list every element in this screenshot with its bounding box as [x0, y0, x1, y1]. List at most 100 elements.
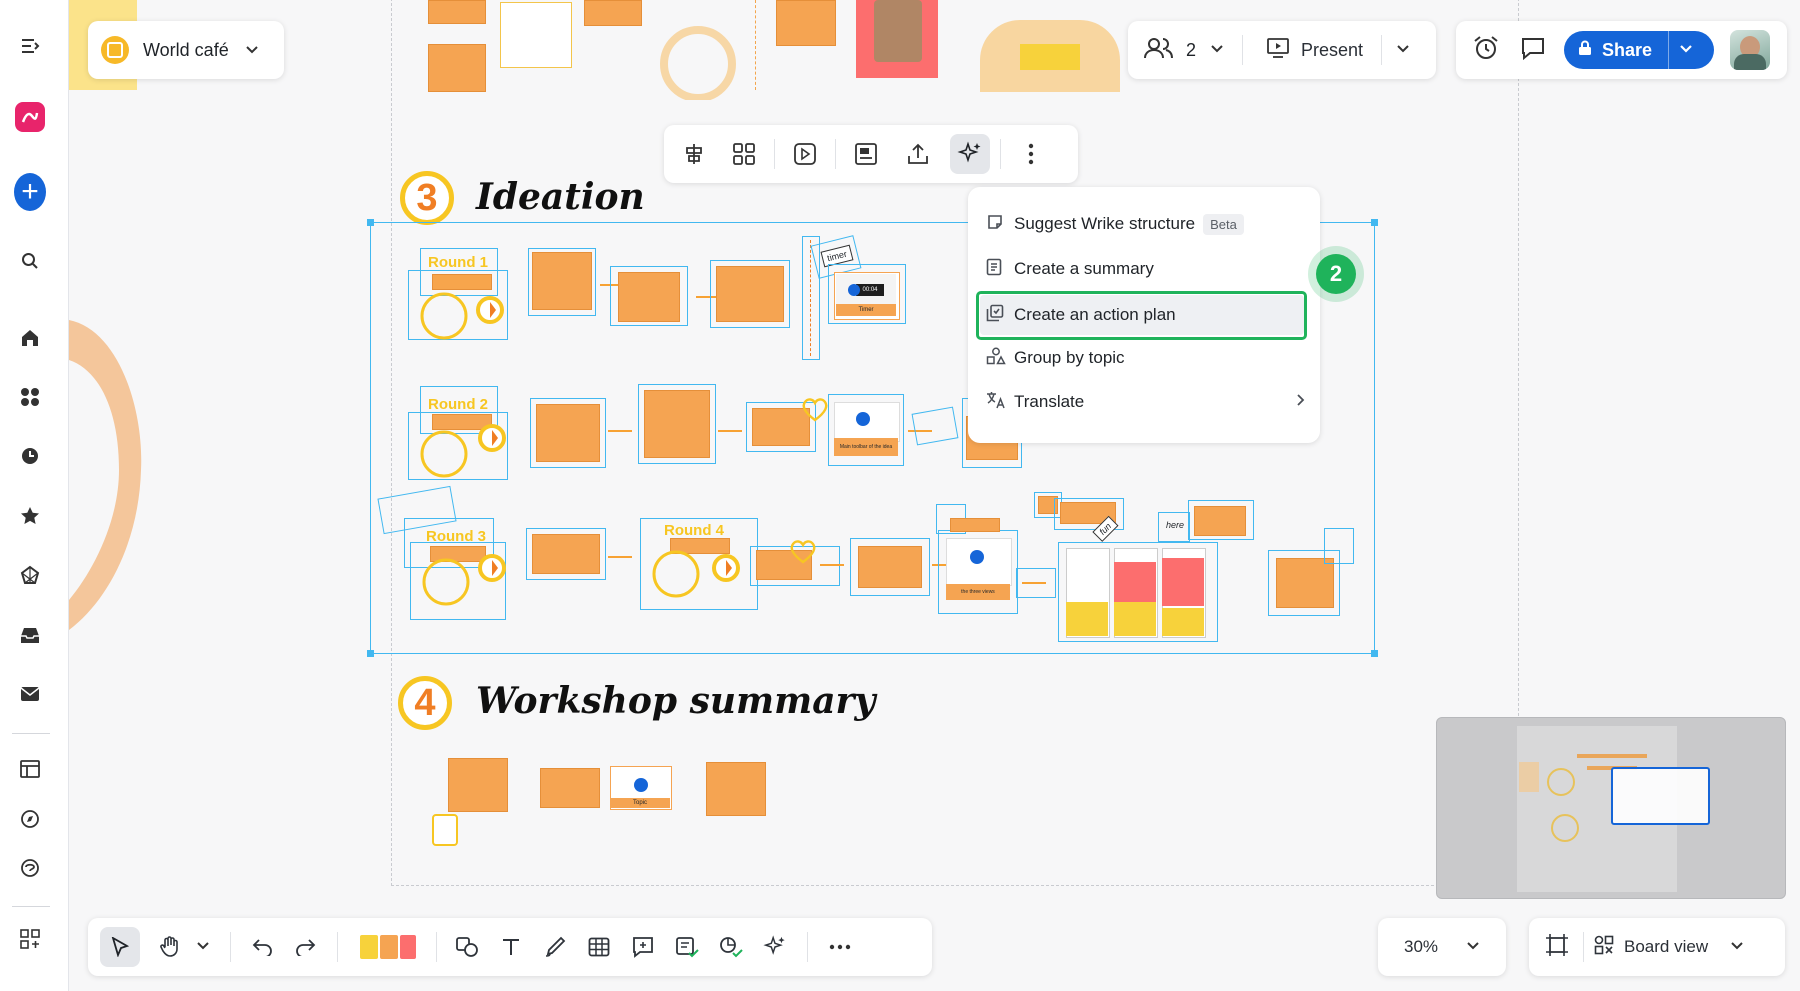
- ideation-row-1: Round 1 timer 00:04 Timer: [390, 235, 920, 366]
- summary-section-content: Topic: [432, 756, 778, 852]
- export-icon[interactable]: [898, 134, 938, 174]
- shapes-icon: [986, 347, 1014, 370]
- align-icon[interactable]: [674, 134, 714, 174]
- menu-item-group-by-topic[interactable]: Group by topic: [986, 339, 1306, 377]
- ai-sparkle-icon[interactable]: [950, 134, 990, 174]
- view-label[interactable]: Board view: [1624, 937, 1708, 957]
- menu-item-suggest-structure[interactable]: Suggest Wrike structure Beta: [986, 205, 1306, 243]
- three-views-caption: the three views: [946, 584, 1010, 600]
- minimap[interactable]: [1436, 717, 1786, 899]
- undo-icon[interactable]: [243, 927, 283, 967]
- pen-tool-icon[interactable]: [535, 927, 575, 967]
- present-frame-icon[interactable]: [785, 134, 825, 174]
- left-sidebar: +: [0, 0, 69, 991]
- board-icon: [101, 36, 129, 64]
- bottom-toolbar: [88, 918, 932, 976]
- explore-icon[interactable]: [14, 560, 46, 592]
- sidebar-divider: [12, 906, 50, 907]
- chevron-down-icon[interactable]: [1396, 41, 1410, 59]
- main-toolbar-caption: Main toolbar of the idea: [834, 438, 898, 456]
- integrations-icon[interactable]: [711, 927, 751, 967]
- selection-toolbar: [664, 125, 1078, 183]
- present-icon[interactable]: [1267, 37, 1289, 63]
- zoom-level: 30%: [1404, 937, 1439, 956]
- text-tool-icon[interactable]: [491, 927, 531, 967]
- frame-icon[interactable]: [846, 134, 886, 174]
- chevron-right-icon: [1296, 392, 1306, 412]
- board-view-icon[interactable]: [1594, 935, 1614, 960]
- hand-tool-icon[interactable]: [150, 927, 190, 967]
- app-logo-icon[interactable]: [14, 101, 46, 133]
- select-tool-icon[interactable]: [100, 927, 140, 967]
- chevron-down-icon[interactable]: [1210, 41, 1224, 59]
- lock-icon: [1578, 40, 1592, 61]
- chevron-down-icon[interactable]: [1679, 41, 1693, 59]
- help-icon[interactable]: [14, 852, 46, 884]
- menu-item-translate[interactable]: Translate: [986, 383, 1306, 421]
- round-label: Round 1: [428, 254, 488, 271]
- ai-sparkle-icon[interactable]: [755, 927, 795, 967]
- view-control: Board view: [1529, 918, 1785, 976]
- share-button[interactable]: Share: [1564, 31, 1714, 69]
- action-plan-icon: [986, 304, 1014, 327]
- sidebar-divider: [12, 733, 50, 734]
- menu-item-label: Create a summary: [1014, 259, 1154, 278]
- zoom-control[interactable]: 30%: [1378, 918, 1506, 976]
- search-icon[interactable]: [14, 245, 46, 277]
- topic-caption: Topic: [610, 798, 670, 808]
- apps-grid-icon[interactable]: [14, 923, 46, 955]
- ideation-row-3: Round 3 Round 4 the three views fun here: [377, 485, 1370, 642]
- minimap-viewport[interactable]: [1611, 767, 1710, 825]
- chevron-down-icon[interactable]: [245, 42, 259, 58]
- menu-item-label: Translate: [1014, 392, 1085, 411]
- board-name-pill[interactable]: World café: [88, 21, 284, 79]
- collapse-sidebar-icon[interactable]: [14, 30, 46, 62]
- shapes-tool-icon[interactable]: [447, 927, 487, 967]
- translate-icon: [986, 391, 1014, 414]
- present-button[interactable]: Present: [1301, 40, 1363, 61]
- comment-tool-icon[interactable]: [623, 927, 663, 967]
- previous-section-content: [428, 0, 1120, 100]
- menu-item-label: Suggest Wrike structure: [1014, 214, 1196, 233]
- collaboration-bar: 2 Present: [1128, 21, 1436, 79]
- divider: [1242, 35, 1244, 65]
- timer-alarm-icon[interactable]: [1472, 35, 1500, 66]
- participants-count[interactable]: 2: [1186, 40, 1196, 61]
- spaces-icon[interactable]: [14, 381, 46, 413]
- divider: [1381, 35, 1383, 65]
- menu-item-create-summary[interactable]: Create a summary: [986, 250, 1306, 288]
- more-tools-icon[interactable]: [820, 927, 860, 967]
- chevron-down-icon[interactable]: [1466, 938, 1480, 956]
- comments-icon[interactable]: [1520, 36, 1546, 65]
- create-new-icon[interactable]: +: [14, 173, 46, 211]
- redo-icon[interactable]: [285, 927, 325, 967]
- recent-icon[interactable]: [14, 440, 46, 472]
- participants-icon[interactable]: [1144, 37, 1174, 64]
- board-name: World café: [143, 39, 229, 60]
- beta-badge: Beta: [1203, 213, 1244, 235]
- inbox-icon[interactable]: [14, 619, 46, 651]
- dashboard-icon[interactable]: [14, 753, 46, 785]
- wrike-structure-icon: [986, 213, 1014, 236]
- section-number-badge: 4: [398, 676, 452, 730]
- more-options-icon[interactable]: [1011, 134, 1051, 174]
- task-tool-icon[interactable]: [667, 927, 707, 967]
- starred-icon[interactable]: [14, 500, 46, 532]
- sticky-notes-icon[interactable]: [360, 935, 416, 959]
- fit-frame-icon[interactable]: [1545, 933, 1569, 962]
- chevron-down-icon[interactable]: [196, 938, 210, 956]
- table-tool-icon[interactable]: [579, 927, 619, 967]
- home-icon[interactable]: [14, 322, 46, 354]
- compass-icon[interactable]: [14, 803, 46, 835]
- arrange-grid-icon[interactable]: [724, 134, 764, 174]
- avatar[interactable]: [1730, 30, 1770, 70]
- step-badge: 2: [1316, 254, 1356, 294]
- round-label: Round 2: [428, 396, 488, 413]
- menu-item-create-action-plan[interactable]: Create an action plan: [980, 295, 1304, 335]
- chevron-down-icon[interactable]: [1730, 938, 1744, 956]
- ideation-row-2: Round 2 Main toolbar of the idea: [390, 372, 1040, 492]
- mail-icon[interactable]: [14, 678, 46, 710]
- section-number-badge: 3: [400, 171, 454, 225]
- here-label: here: [1166, 520, 1185, 530]
- menu-item-label: Create an action plan: [1014, 305, 1176, 324]
